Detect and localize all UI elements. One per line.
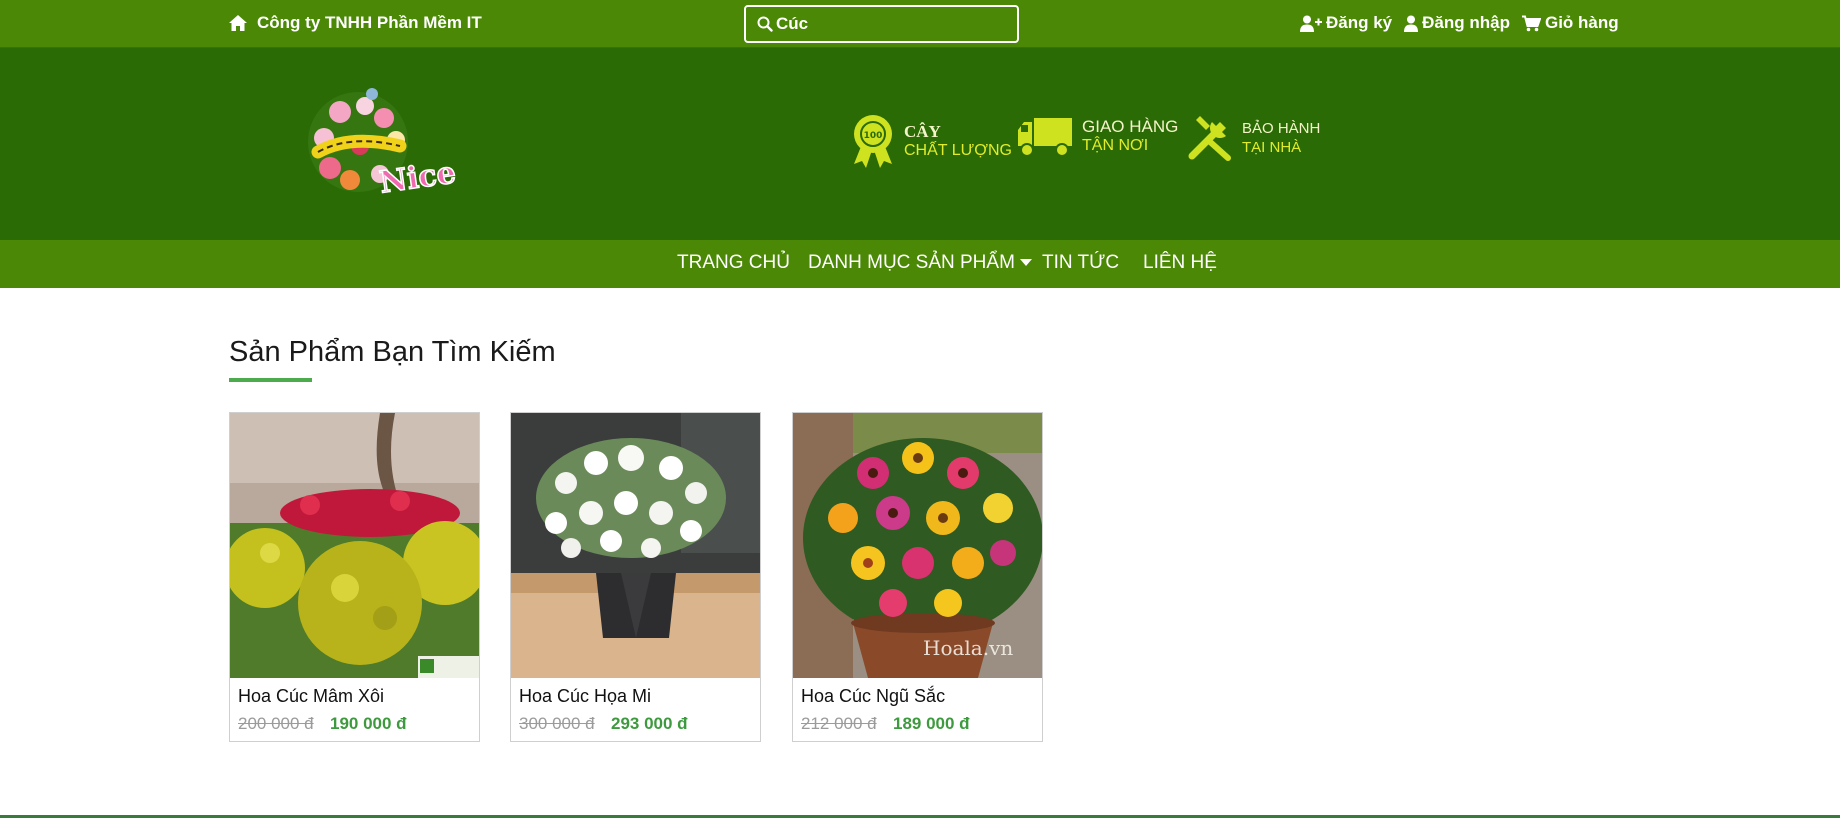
nav-item-news[interactable]: TIN TỨC [1042,252,1119,274]
svg-text:100: 100 [864,131,883,141]
page-title: Sản Phẩm Bạn Tìm Kiếm [229,336,556,368]
feature-delivery: GIAO HÀNG TẬN NƠI [1016,114,1178,158]
product-image[interactable] [230,413,479,678]
product-name[interactable]: Hoa Cúc Ngũ Sắc [801,686,945,707]
user-links: Đăng ký Đăng nhập Giỏ hàng [1300,11,1631,35]
caret-down-icon [1019,259,1032,266]
feature-line1: CÂY [904,122,941,141]
feature-warranty: BẢO HÀNH TẠI NHÀ [1186,114,1320,162]
nav-label: TRANG CHỦ [677,252,790,273]
quality-badge-icon: 100 [854,115,892,168]
nav-label: LIÊN HỆ [1143,252,1217,273]
user-icon [1404,15,1419,32]
feature-line2: TẬN NƠI [1082,137,1149,154]
flower-logo-image: Nice [308,88,459,201]
product-card[interactable]: Hoala.vn Hoa Cúc Ngũ Sắc 212 000 đ 189 0… [792,412,1043,742]
product-old-price: 300 000 đ [519,714,595,733]
top-bar: Công ty TNHH Phần Mềm IT Đăng ký Đăng nh… [0,0,1840,48]
product-new-price: 293 000 đ [611,714,688,733]
feature-line1: GIAO HÀNG [1082,117,1179,136]
product-new-price: 189 000 đ [893,714,970,733]
user-plus-icon [1300,15,1322,32]
search-input[interactable] [776,14,996,34]
nav-item-contact[interactable]: LIÊN HỆ [1143,252,1217,274]
nav-item-home[interactable]: TRANG CHỦ [677,252,790,274]
product-name[interactable]: Hoa Cúc Mâm Xôi [238,686,384,707]
product-old-price: 212 000 đ [801,714,877,733]
feature-line2: CHẤT LƯỢNG [904,142,1012,159]
delivery-truck-icon [1018,118,1072,157]
register-label: Đăng ký [1326,13,1393,32]
feature-line2: TẠI NHÀ [1242,139,1302,156]
product-image[interactable] [511,413,760,678]
site-logo[interactable]: Nice [300,82,460,210]
tools-icon [1188,116,1231,161]
company-link[interactable]: Công ty TNHH Phần Mềm IT [228,11,482,35]
product-new-price: 190 000 đ [330,714,407,733]
product-card[interactable]: Hoa Cúc Mâm Xôi 200 000 đ 190 000 đ [229,412,480,742]
nav-item-categories[interactable]: DANH MỤC SẢN PHẨM [808,252,1032,274]
nav-label: DANH MỤC SẢN PHẨM [808,252,1015,273]
cart-label: Giỏ hàng [1544,13,1619,32]
cart-icon [1521,15,1541,31]
login-label: Đăng nhập [1422,13,1510,32]
nav-label: TIN TỨC [1042,252,1120,273]
image-watermark: Hoala.vn [923,636,1013,660]
search-icon [757,16,773,32]
search-box[interactable] [744,5,1019,43]
feature-line1: BẢO HÀNH [1242,120,1321,137]
main-nav: TRANG CHỦ DANH MỤC SẢN PHẨM TIN TỨC LIÊN… [0,240,1840,288]
product-old-price: 200 000 đ [238,714,314,733]
login-link[interactable]: Đăng nhập [1404,13,1510,33]
register-link[interactable]: Đăng ký [1300,13,1392,33]
feature-quality: 100 CÂY CHẤT LƯỢNG [850,114,1012,168]
product-image[interactable]: Hoala.vn [793,413,1042,678]
title-underline [229,378,312,382]
cart-link[interactable]: Giỏ hàng [1521,13,1619,33]
company-name: Công ty TNHH Phần Mềm IT [257,13,482,32]
product-name[interactable]: Hoa Cúc Họa Mi [519,686,651,707]
product-card[interactable]: Hoa Cúc Họa Mi 300 000 đ 293 000 đ [510,412,761,742]
home-icon [229,15,247,31]
site-header: Nice 100 CÂY CHẤT LƯỢNG GIAO HÀNG TẬN NƠ… [0,48,1840,240]
